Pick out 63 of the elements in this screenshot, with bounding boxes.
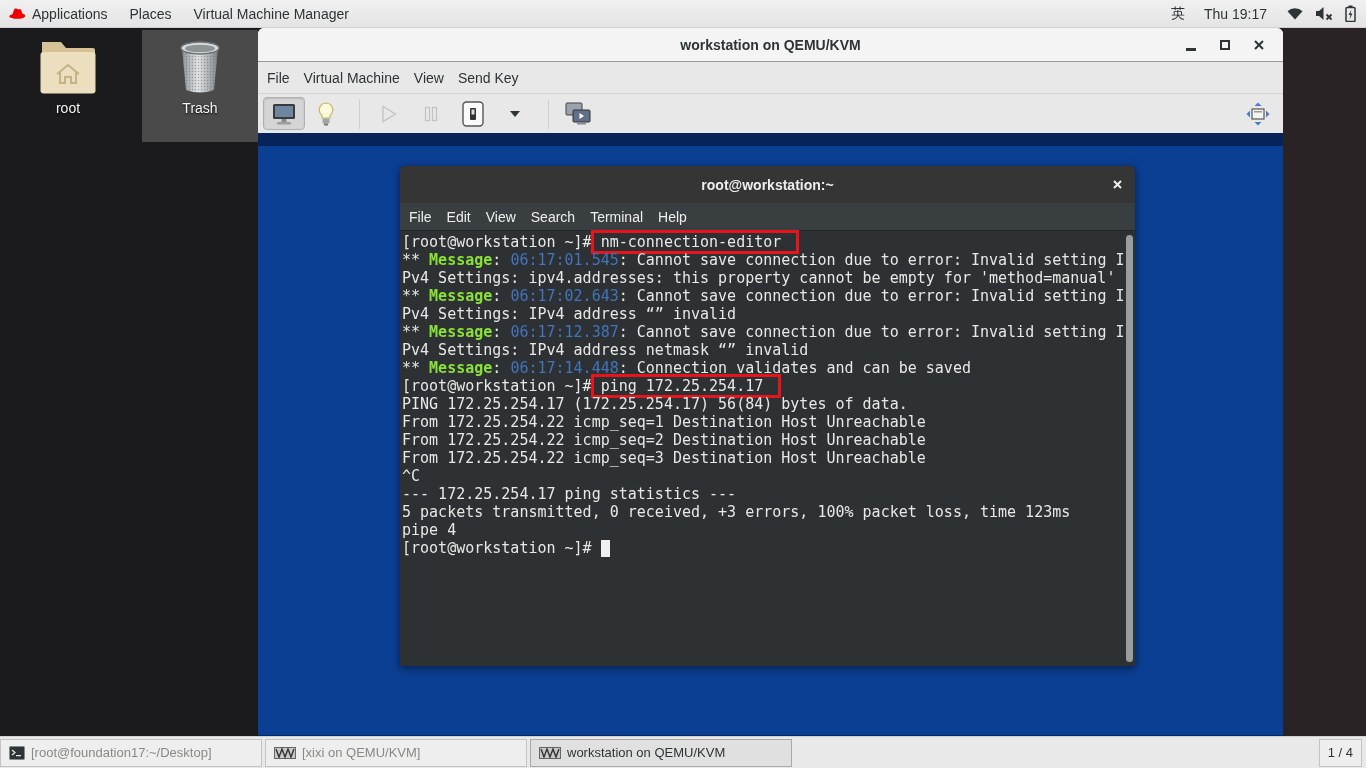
battery-icon [1345,5,1356,22]
terminal-line: PING 172.25.254.17 (172.25.254.17) 56(84) bytes of data. [402,395,909,413]
window-title: root@workstation:~ [701,176,834,193]
lightbulb-icon [318,101,334,126]
terminal-line: --- 172.25.254.17 ping statistics --- [402,485,738,503]
virtual-machine-icon [539,746,561,759]
terminal-line: 5 packets transmitted, 0 received, +3 errors, 100% packet loss, time 123ms [402,503,1072,521]
power-switch-icon [462,100,484,127]
terminal-line: From 172.25.254.22 icmp_seq=3 Destination Host Unreachable [402,449,927,467]
prompt-text: [root@workstation ~]# [402,377,592,395]
terminal-line: pipe 4 [402,521,458,539]
home-folder-icon [40,40,96,94]
menu-item[interactable]: Help [650,203,694,230]
prompt-text: [root@workstation ~]# [402,233,592,251]
terminal-line: From 172.25.254.22 icmp_seq=2 Destination Host Unreachable [402,431,927,449]
desktop-icon[interactable]: Trash [142,30,258,142]
pause-icon [424,105,438,122]
menu-item[interactable]: Send Key [450,63,526,92]
caret-icon [510,110,520,117]
virtual-machine-icon [274,746,296,759]
top-bar-menu[interactable]: Places [118,0,183,27]
monitor-icon [272,102,296,125]
terminal-icon [9,745,25,760]
scrollbar-thumb[interactable] [1126,235,1134,662]
resize-icon [1246,101,1270,126]
workspace-switcher[interactable]: 1 / 4 [1318,738,1362,767]
maximize-icon [1220,40,1230,50]
command-text: nm-connection-editor [590,230,800,254]
terminal-line: Pv4 Settings: IPv4 address “” invalid [402,305,738,323]
toolbar-button[interactable] [263,97,305,130]
menu-item[interactable]: Edit [438,203,478,230]
menu-item[interactable]: Terminal [582,203,651,230]
command-text: ping 172.25.254.17 [590,374,782,398]
menu-item[interactable]: Search [522,203,583,230]
terminal-line: ** Message: 06:17:14.448: Connection validates and can be saved [402,359,972,377]
top-bar-menu[interactable]: Virtual Machine Manager [182,0,360,27]
menu-item[interactable]: View [477,203,523,230]
menu-item[interactable]: Virtual Machine [296,63,407,92]
close-icon [1113,180,1122,189]
terminal-line: Pv4 Settings: ipv4.addresses: this property cannot be empty for 'method=manual' [402,269,1117,287]
terminal-line: ** Message: 06:17:01.545: Cannot save connection due to error: Invalid setting I [402,251,1125,269]
window-title: workstation on QEMU/KVM [680,36,861,53]
trash-icon [179,40,221,94]
terminal-line: From 172.25.254.22 icmp_seq=1 Destination Host Unreachable [402,413,927,431]
terminal-line: Pv4 Settings: IPv4 address netmask “” invalid [402,341,810,359]
top-bar-menu[interactable]: Applications [8,0,119,27]
prompt-text: [root@workstation ~]# [402,539,592,557]
close-icon [1254,40,1264,50]
play-icon [381,104,397,123]
terminal-line: ** Message: 06:17:12.387: Cannot save connection due to error: Invalid setting I [402,323,1125,341]
menu-item[interactable]: File [260,63,297,92]
hat-icon [8,7,26,20]
menu-item[interactable]: File [401,203,439,230]
minimize-icon [1186,47,1196,51]
taskbar-item[interactable]: workstation on QEMU/KVM [530,738,792,767]
menu-item[interactable]: View [406,63,451,92]
clock[interactable]: Thu 19:17 [1195,0,1279,27]
terminal-line: ^C [402,467,422,485]
screens-icon [565,101,591,126]
wifi-icon [1287,7,1303,20]
terminal-line: ** Message: 06:17:02.643: Cannot save connection due to error: Invalid setting I [402,287,1125,305]
volume-muted-icon [1315,6,1333,21]
input-method-indicator[interactable]: 英 [1160,0,1196,27]
